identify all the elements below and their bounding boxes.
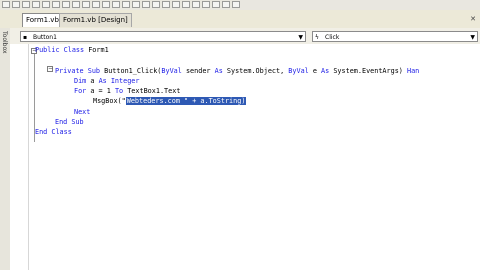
code-line-4: For a = 1 To TextBox1.Text: [74, 87, 180, 96]
keyword: To: [114, 87, 124, 95]
toolbar-button[interactable]: [22, 1, 30, 8]
code-text: a: [86, 77, 99, 85]
code-text: sender: [181, 67, 215, 75]
code-line-1: Public Class Form1: [35, 46, 109, 55]
toolbar-button[interactable]: [162, 1, 170, 8]
code-text: TextBox1.Text: [123, 87, 181, 95]
toolbar-button[interactable]: [42, 1, 50, 8]
code-text: Button1_Click(: [100, 67, 162, 75]
collapse-icon[interactable]: −: [47, 66, 53, 72]
code-text: Form1: [84, 46, 109, 54]
code-text: System.EventArgs): [329, 67, 407, 75]
keyword: Dim: [74, 77, 87, 85]
toolbar-button[interactable]: [152, 1, 160, 8]
object-icon: ▪: [23, 34, 28, 41]
code-text: System.Object,: [222, 67, 289, 75]
keyword: As Integer: [98, 77, 140, 85]
class-name-value: Button1: [33, 34, 57, 41]
chevron-down-icon: ▼: [470, 34, 475, 41]
toolbar-button[interactable]: [132, 1, 140, 8]
code-line-8: End Class: [35, 128, 72, 137]
keyword: Han: [406, 67, 420, 75]
code-line-2: Private Sub Button1_Click(ByVal sender A…: [55, 67, 419, 76]
keyword: ByVal: [161, 67, 182, 75]
toolbar-button[interactable]: [182, 1, 190, 8]
code-nav-bar: ▪ Button1 ▼ ϟ Click ▼: [10, 28, 480, 45]
code-line-3: Dim a As Integer: [74, 77, 139, 86]
keyword: For: [74, 87, 87, 95]
tab-label: Form1.vb [Design]: [63, 16, 128, 24]
toolbar-button[interactable]: [52, 1, 60, 8]
code-text: e: [308, 67, 322, 75]
keyword: End Class: [35, 128, 72, 136]
event-icon: ϟ: [315, 34, 319, 41]
toolbar-button[interactable]: [32, 1, 40, 8]
editor-margin: [10, 44, 29, 270]
keyword: Next: [74, 108, 91, 116]
toolbar-button[interactable]: [72, 1, 80, 8]
toolbar-button[interactable]: [2, 1, 10, 8]
code-text: MsgBox(": [93, 97, 126, 105]
chevron-down-icon: ▼: [298, 34, 303, 41]
close-icon[interactable]: ✕: [470, 15, 476, 23]
code-line-5: MsgBox("Webteders.com " + a.ToString): [93, 97, 247, 106]
toolbox-label: Toolbox: [1, 31, 8, 54]
toolbar-button[interactable]: [82, 1, 90, 8]
keyword: As: [214, 67, 223, 75]
keyword: End Sub: [55, 118, 84, 126]
tab-label: Form1.vb: [26, 16, 59, 24]
toolbar-button[interactable]: [62, 1, 70, 8]
toolbar-button[interactable]: [222, 1, 230, 8]
method-name-dropdown[interactable]: ϟ Click ▼: [312, 31, 478, 42]
code-line-7: End Sub: [55, 118, 84, 127]
toolbar-button[interactable]: [232, 1, 240, 8]
toolbar-button[interactable]: [92, 1, 100, 8]
toolbar-button[interactable]: [102, 1, 110, 8]
class-name-dropdown[interactable]: ▪ Button1 ▼: [20, 31, 306, 42]
toolbar-button[interactable]: [192, 1, 200, 8]
tab-form1-design[interactable]: Form1.vb [Design]: [59, 13, 132, 27]
code-editor[interactable]: − − Public Class Form1 Private Sub Butto…: [10, 44, 480, 270]
toolbar-button[interactable]: [112, 1, 120, 8]
selected-text[interactable]: Webteders.com " + a.ToString): [125, 97, 247, 105]
method-name-value: Click: [325, 34, 340, 41]
toolbar-button[interactable]: [172, 1, 180, 8]
code-text: a = 1: [86, 87, 115, 95]
toolbar-button[interactable]: [202, 1, 210, 8]
toolbar-button[interactable]: [142, 1, 150, 8]
keyword: Private Sub: [55, 67, 101, 75]
keyword: Public Class: [35, 46, 85, 54]
toolbar-button[interactable]: [122, 1, 130, 8]
tab-form1-code[interactable]: Form1.vb: [22, 13, 63, 27]
toolbar-button[interactable]: [212, 1, 220, 8]
keyword: ByVal: [288, 67, 309, 75]
document-tab-bar: Form1.vb Form1.vb [Design] ✕: [0, 10, 480, 29]
toolbar-button[interactable]: [12, 1, 20, 8]
code-line-6: Next: [74, 108, 90, 117]
keyword: As: [321, 67, 330, 75]
